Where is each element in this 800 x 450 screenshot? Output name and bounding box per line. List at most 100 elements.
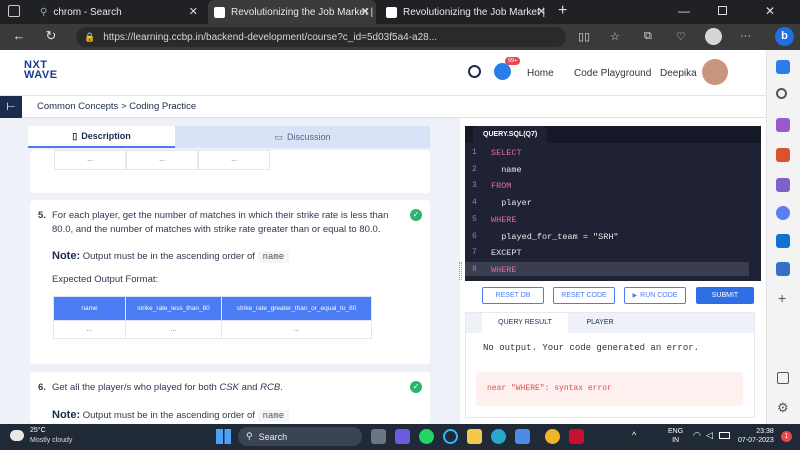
prev-table-row: ... ... ... bbox=[54, 150, 270, 170]
note-code: name bbox=[257, 410, 290, 422]
date: 07-07-2023 bbox=[738, 437, 774, 444]
reset-db-button[interactable]: RESET DB bbox=[482, 287, 544, 304]
refresh-icon[interactable]: ↻ bbox=[38, 28, 64, 44]
games-icon[interactable] bbox=[776, 178, 790, 192]
weather-desc[interactable]: Mostly cloudy bbox=[30, 437, 72, 444]
mcafee-icon[interactable] bbox=[569, 429, 584, 444]
notification-icon[interactable] bbox=[776, 60, 790, 74]
chrome-icon[interactable] bbox=[545, 429, 560, 444]
error-message: near "WHERE": syntax error bbox=[487, 384, 612, 393]
tag-icon[interactable] bbox=[776, 118, 790, 132]
code-line[interactable]: SELECT bbox=[491, 148, 522, 158]
notification-center-icon[interactable]: 1 bbox=[781, 431, 792, 442]
close-icon[interactable]: ✕ bbox=[537, 5, 546, 18]
tab-query-result[interactable]: QUERY RESULT bbox=[482, 313, 568, 333]
browser-tab-search[interactable]: ⚲ chrom - Search ✕ bbox=[34, 0, 204, 24]
clock[interactable]: 23:38 07-07-2023 bbox=[738, 427, 774, 445]
start-icon[interactable] bbox=[216, 429, 231, 444]
code-line[interactable]: name bbox=[491, 165, 521, 175]
heart-icon[interactable]: ♡ bbox=[676, 30, 686, 43]
code-line[interactable]: EXCEPT bbox=[491, 248, 522, 258]
cortana-icon[interactable] bbox=[443, 429, 458, 444]
search-icon: ⚲ bbox=[40, 6, 48, 18]
url-text: https://learning.ccbp.in/backend-develop… bbox=[103, 31, 438, 43]
favorites-icon[interactable]: ☆ bbox=[610, 30, 620, 43]
edge-icon[interactable] bbox=[491, 429, 506, 444]
collections-icon[interactable]: ⧉ bbox=[644, 30, 652, 43]
sidebar-layout-icon[interactable] bbox=[777, 372, 789, 384]
outlook-icon[interactable] bbox=[776, 234, 790, 248]
add-icon[interactable]: + bbox=[778, 290, 786, 306]
browser-tab-active[interactable]: Revolutionizing the Job Market | ✕ bbox=[208, 0, 376, 24]
toolbox-icon[interactable] bbox=[776, 148, 790, 162]
question-number: 5. bbox=[38, 210, 46, 221]
more-icon[interactable]: ··· bbox=[740, 30, 751, 42]
lock-icon: 🔒 bbox=[84, 31, 96, 42]
minimize-icon[interactable]: — bbox=[678, 4, 690, 18]
weather-icon[interactable] bbox=[10, 430, 24, 441]
user-avatar[interactable] bbox=[702, 59, 728, 85]
wifi-icon[interactable]: ◠ bbox=[693, 430, 701, 441]
note-text: Output must be in the ascending order of bbox=[82, 251, 255, 262]
task-view-icon[interactable] bbox=[371, 429, 386, 444]
breadcrumb: Common Concepts > Coding Practice bbox=[37, 101, 197, 112]
address-toolbar: ← ↻ 🔒 https://learning.ccbp.in/backend-d… bbox=[0, 24, 800, 50]
store-icon[interactable] bbox=[515, 429, 530, 444]
line-number: 2 bbox=[472, 164, 477, 174]
search-icon: ⚲ bbox=[246, 431, 253, 441]
language-indicator[interactable]: ENG IN bbox=[668, 427, 683, 445]
browser-tab-3[interactable]: Revolutionizing the Job Market | ✕ bbox=[380, 0, 552, 24]
restore-icon[interactable] bbox=[718, 6, 727, 15]
nxtwave-favicon bbox=[214, 6, 225, 18]
browser-tab-bar: ⚲ chrom - Search ✕ Revolutionizing the J… bbox=[0, 0, 800, 24]
table-cell: ... bbox=[54, 150, 126, 170]
copilot-icon[interactable] bbox=[776, 206, 790, 220]
code-line[interactable]: WHERE bbox=[491, 265, 517, 275]
url-field[interactable]: 🔒 https://learning.ccbp.in/backend-devel… bbox=[76, 27, 566, 47]
close-icon[interactable]: ✕ bbox=[361, 5, 370, 18]
reset-code-button[interactable]: RESET CODE bbox=[553, 287, 615, 304]
back-icon[interactable]: ← bbox=[6, 28, 32, 43]
note-label: Note: bbox=[52, 250, 81, 262]
nxtwave-logo[interactable]: NXT WAVE bbox=[24, 60, 58, 81]
chat-icon[interactable] bbox=[494, 63, 511, 80]
run-code-button[interactable]: ▶ RUN CODE bbox=[624, 287, 686, 304]
code-token: "SRH" bbox=[593, 231, 619, 242]
code-line[interactable]: WHERE bbox=[491, 215, 517, 225]
profile-avatar[interactable] bbox=[705, 28, 722, 45]
user-name[interactable]: Deepika bbox=[660, 68, 697, 79]
window-close-icon[interactable]: ✕ bbox=[765, 4, 775, 18]
reader-icon[interactable]: ▯▯ bbox=[578, 30, 590, 43]
timer-icon[interactable] bbox=[468, 65, 481, 78]
tray-chevron-icon[interactable]: ^ bbox=[632, 430, 636, 440]
tab-player[interactable]: PLAYER bbox=[570, 313, 630, 333]
code-line[interactable]: player bbox=[491, 198, 532, 208]
nav-home[interactable]: Home bbox=[527, 68, 554, 79]
tab-description[interactable]: ▯ Description bbox=[28, 126, 175, 148]
nav-code-playground[interactable]: Code Playground bbox=[574, 68, 651, 79]
window-menu-icon[interactable] bbox=[8, 5, 20, 17]
volume-icon[interactable]: ◁ bbox=[706, 430, 713, 441]
whatsapp-icon[interactable] bbox=[419, 429, 434, 444]
code-line[interactable]: FROM bbox=[491, 181, 511, 191]
search-icon[interactable] bbox=[776, 88, 787, 99]
editor-file-tab[interactable]: QUERY.SQL(Q7) bbox=[473, 126, 548, 143]
battery-icon[interactable] bbox=[719, 432, 730, 439]
pane-resize-handle[interactable] bbox=[459, 262, 462, 280]
file-explorer-icon[interactable] bbox=[467, 429, 482, 444]
tab-title: chrom - Search bbox=[53, 6, 122, 18]
taskbar-search[interactable]: ⚲ Search bbox=[238, 427, 362, 446]
result-message: No output. Your code generated an error. bbox=[483, 343, 700, 353]
settings-icon[interactable]: ⚙ bbox=[777, 400, 789, 416]
bing-icon[interactable]: b bbox=[775, 27, 794, 46]
submit-button[interactable]: SUBMIT bbox=[696, 287, 754, 304]
word-icon[interactable] bbox=[776, 262, 790, 276]
weather-temp[interactable]: 25°C bbox=[30, 427, 46, 434]
note-code: name bbox=[257, 251, 290, 263]
tab-discussion[interactable]: ▭ Discussion bbox=[175, 126, 430, 148]
meet-icon[interactable] bbox=[395, 429, 410, 444]
sidebar-toggle-icon[interactable]: ⊢ bbox=[0, 96, 22, 118]
code-line[interactable]: played_for_team = "SRH" bbox=[491, 231, 619, 242]
close-icon[interactable]: ✕ bbox=[189, 5, 198, 18]
new-tab-icon[interactable]: + bbox=[558, 2, 567, 20]
